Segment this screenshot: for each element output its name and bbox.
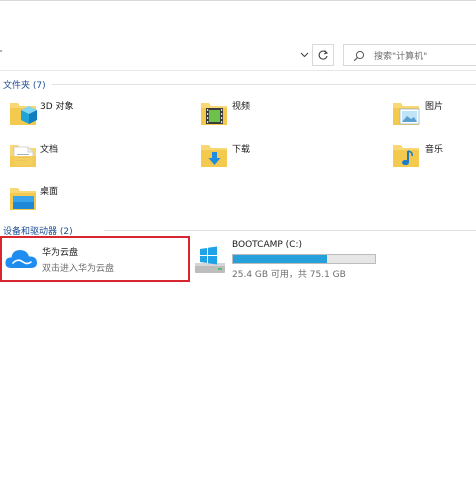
documents-folder-icon (10, 145, 36, 167)
folder-label: 图片 (425, 102, 444, 112)
folders-section-header[interactable]: 文件夹 (7) (3, 78, 46, 91)
folder-desktop[interactable]: 桌面 (8, 183, 168, 219)
refresh-button[interactable] (312, 44, 334, 66)
drive-subtitle: 双击进入华为云盘 (42, 264, 115, 274)
drive-subtitle: 25.4 GB 可用，共 75.1 GB (232, 270, 346, 280)
folder-label: 3D 对象 (40, 102, 74, 112)
search-icon (353, 50, 365, 62)
folder-label: 桌面 (40, 187, 59, 197)
folder-downloads[interactable]: 下载 (199, 140, 359, 176)
toolbar: 搜索"计算机" (0, 40, 476, 71)
folder-videos[interactable]: 视频 (199, 98, 359, 134)
folder-label: 下载 (232, 145, 251, 155)
videos-folder-icon (201, 103, 227, 125)
drive-bootcamp-c[interactable]: BOOTCAMP (C:) 25.4 GB 可用，共 75.1 GB (194, 238, 384, 282)
window-top-border (0, 0, 476, 1)
section-divider (104, 230, 476, 231)
address-bar-edge (0, 50, 2, 52)
drive-name: 华为云盘 (42, 248, 79, 258)
folder-pictures[interactable]: 图片 (391, 98, 475, 134)
chevron-down-icon (300, 52, 308, 58)
folder-music[interactable]: 音乐 (391, 140, 475, 176)
drive-huawei-cloud[interactable]: 华为云盘 双击进入华为云盘 (0, 236, 190, 282)
huawei-cloud-icon (5, 250, 37, 268)
drive-usage-fill (233, 255, 327, 263)
search-input[interactable]: 搜索"计算机" (343, 44, 476, 66)
windows-drive-icon (195, 246, 225, 273)
downloads-folder-icon (201, 145, 227, 167)
folder-3d-objects[interactable]: 3D 对象 (8, 98, 168, 134)
address-dropdown-button[interactable] (298, 49, 310, 61)
desktop-folder-icon (10, 188, 36, 210)
drive-name: BOOTCAMP (C:) (232, 240, 302, 250)
folder-label: 视频 (232, 102, 251, 112)
pictures-folder-icon (393, 103, 420, 125)
refresh-icon (318, 50, 329, 60)
search-placeholder: 搜索"计算机" (374, 52, 428, 62)
music-folder-icon (393, 145, 419, 167)
folders-section-title: 文件夹 (7) (3, 81, 46, 91)
3d-objects-folder-icon (10, 103, 37, 125)
folder-documents[interactable]: 文档 (8, 140, 168, 176)
section-divider (52, 84, 476, 85)
folder-label: 文档 (40, 145, 59, 155)
folder-label: 音乐 (425, 145, 444, 155)
drive-usage-bar (232, 254, 376, 264)
